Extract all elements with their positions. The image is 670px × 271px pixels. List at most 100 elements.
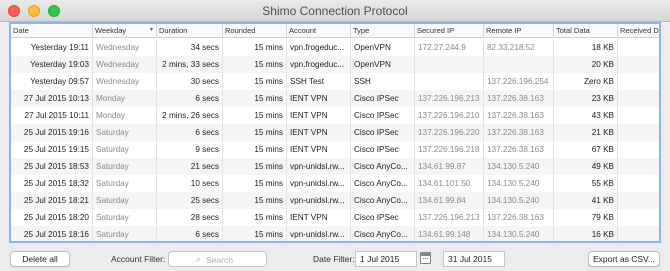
cell-secured-ip: 172.27.244.9: [415, 39, 484, 56]
cell-total-data: 49 KB: [554, 158, 618, 175]
cell-total-data: 16 KB: [554, 226, 618, 241]
cell-received-data: 4: [618, 209, 659, 226]
cell-secured-ip: 137.226.196.213: [415, 90, 484, 107]
cell-total-data: 18 KB: [554, 39, 618, 56]
export-csv-button[interactable]: Export as CSV...: [588, 251, 660, 267]
cell-total-data: Zero KB: [554, 73, 618, 90]
cell-received-data: 2: [618, 175, 659, 192]
cell-type: Cisco IPSec: [351, 107, 415, 124]
cell-duration: 28 secs: [157, 209, 223, 226]
table-row[interactable]: 25 Jul 2015 18:53 Saturday 21 secs 15 mins v…: [11, 158, 659, 175]
column-header-rounded[interactable]: Rounded: [223, 24, 287, 38]
cell-type: Cisco AnyCo...: [351, 158, 415, 175]
cell-rounded: 15 mins: [223, 56, 287, 73]
cell-type: SSH: [351, 73, 415, 90]
column-header-weekday[interactable]: Weekday ▾: [93, 24, 157, 38]
cell-weekday: Saturday: [93, 158, 157, 175]
delete-all-button[interactable]: Delete all: [10, 251, 70, 267]
cell-duration: 21 secs: [157, 158, 223, 175]
column-header-received-data[interactable]: Received Data: [618, 24, 659, 38]
cell-type: OpenVPN: [351, 39, 415, 56]
cell-remote-ip: 137.226.38.163: [484, 141, 554, 158]
column-header-total-data[interactable]: Total Data: [554, 24, 618, 38]
cell-duration: 25 secs: [157, 192, 223, 209]
cell-type: Cisco IPSec: [351, 124, 415, 141]
window-title: Shimo Connection Protocol: [262, 4, 408, 18]
sort-indicator-icon: ▾: [149, 27, 153, 33]
cell-rounded: 15 mins: [223, 124, 287, 141]
calendar-icon[interactable]: [420, 252, 431, 264]
cell-date: 25 Jul 2015 18:16: [11, 226, 93, 241]
cell-type: Cisco IPSec: [351, 141, 415, 158]
cell-received-data: 8: [618, 124, 659, 141]
cell-rounded: 15 mins: [223, 192, 287, 209]
account-search-input[interactable]: ⌕ Search: [168, 251, 267, 267]
cell-remote-ip: 134.130.5.240: [484, 158, 554, 175]
connection-log-table[interactable]: Date Weekday ▾ Duration Rounded Account Type Se…: [9, 22, 661, 243]
cell-remote-ip: 134.130.5.240: [484, 226, 554, 241]
cell-weekday: Saturday: [93, 175, 157, 192]
cell-type: Cisco IPSec: [351, 90, 415, 107]
table-row[interactable]: Yesterday 19:11 Wednesday 34 secs 15 mins vp…: [11, 39, 659, 56]
cell-rounded: 15 mins: [223, 90, 287, 107]
column-header-duration[interactable]: Duration: [157, 24, 223, 38]
cell-date: 25 Jul 2015 19:15: [11, 141, 93, 158]
cell-rounded: 15 mins: [223, 158, 287, 175]
cell-type: Cisco AnyCo...: [351, 192, 415, 209]
cell-date: 25 Jul 2015 18:20: [11, 209, 93, 226]
cell-received-data: 9: [618, 56, 659, 73]
search-placeholder: Search: [206, 255, 233, 265]
cell-weekday: Saturday: [93, 141, 157, 158]
cell-type: Cisco IPSec: [351, 209, 415, 226]
cell-weekday: Wednesday: [93, 73, 157, 90]
table-row[interactable]: 27 Jul 2015 10:13 Monday 6 secs 15 mins IENT…: [11, 90, 659, 107]
cell-duration: 9 secs: [157, 141, 223, 158]
cell-rounded: 15 mins: [223, 226, 287, 241]
date-from-field[interactable]: 1 Jul 2015: [355, 251, 417, 267]
cell-duration: 6 secs: [157, 90, 223, 107]
cell-received-data: 6: [618, 226, 659, 241]
cell-secured-ip: [415, 56, 484, 73]
cell-date: 27 Jul 2015 10:11: [11, 107, 93, 124]
table-row[interactable]: 25 Jul 2015 18:16 Saturday 6 secs 15 mins vp…: [11, 226, 659, 241]
cell-account: SSH Test: [287, 73, 351, 90]
cell-total-data: 55 KB: [554, 175, 618, 192]
cell-secured-ip: 137.226.196.210: [415, 107, 484, 124]
table-row[interactable]: 25 Jul 2015 19:16 Saturday 6 secs 15 mins IE…: [11, 124, 659, 141]
table-row[interactable]: Yesterday 19:03 Wednesday 2 mins, 33 secs 1…: [11, 56, 659, 73]
cell-duration: 2 mins, 26 secs: [157, 107, 223, 124]
table-row[interactable]: 25 Jul 2015 19:15 Saturday 9 secs 15 mins IE…: [11, 141, 659, 158]
cell-remote-ip: 134.130.5.240: [484, 192, 554, 209]
column-header-remote-ip[interactable]: Remote IP: [484, 24, 554, 38]
column-header-type[interactable]: Type: [351, 24, 415, 38]
column-header-account[interactable]: Account: [287, 24, 351, 38]
cell-account: vpn-unidsl.rw...: [287, 175, 351, 192]
cell-date: 25 Jul 2015 18:21: [11, 192, 93, 209]
cell-weekday: Wednesday: [93, 56, 157, 73]
search-icon: ⌕: [196, 254, 201, 264]
table-row[interactable]: 25 Jul 2015 18:21 Saturday 25 secs 15 mins v…: [11, 192, 659, 209]
table-row[interactable]: 27 Jul 2015 10:11 Monday 2 mins, 26 secs 15…: [11, 107, 659, 124]
cell-account: IENT VPN: [287, 141, 351, 158]
cell-date: 25 Jul 2015 19:16: [11, 124, 93, 141]
cell-type: Cisco AnyCo...: [351, 175, 415, 192]
cell-remote-ip: [484, 56, 554, 73]
date-to-field[interactable]: 31 Jul 2015: [443, 251, 505, 267]
cell-secured-ip: 134.61.99.148: [415, 226, 484, 241]
cell-rounded: 15 mins: [223, 73, 287, 90]
cell-total-data: 23 KB: [554, 90, 618, 107]
cell-duration: 30 secs: [157, 73, 223, 90]
cell-weekday: Saturday: [93, 124, 157, 141]
table-row[interactable]: 25 Jul 2015 18:32 Saturday 10 secs 15 mins v…: [11, 175, 659, 192]
column-header-secured-ip[interactable]: Secured IP: [415, 24, 484, 38]
cell-duration: 10 secs: [157, 175, 223, 192]
cell-account: vpn.frogeduc...: [287, 39, 351, 56]
column-header-date[interactable]: Date: [11, 24, 93, 38]
table-row[interactable]: 25 Jul 2015 18:20 Saturday 28 secs 15 mins I…: [11, 209, 659, 226]
cell-date: 25 Jul 2015 18:53: [11, 158, 93, 175]
cell-date: Yesterday 19:11: [11, 39, 93, 56]
cell-rounded: 15 mins: [223, 209, 287, 226]
cell-remote-ip: 137.226.196.254: [484, 73, 554, 90]
cell-total-data: 21 KB: [554, 124, 618, 141]
table-row[interactable]: Yesterday 09:57 Wednesday 30 secs 15 mins SS…: [11, 73, 659, 90]
